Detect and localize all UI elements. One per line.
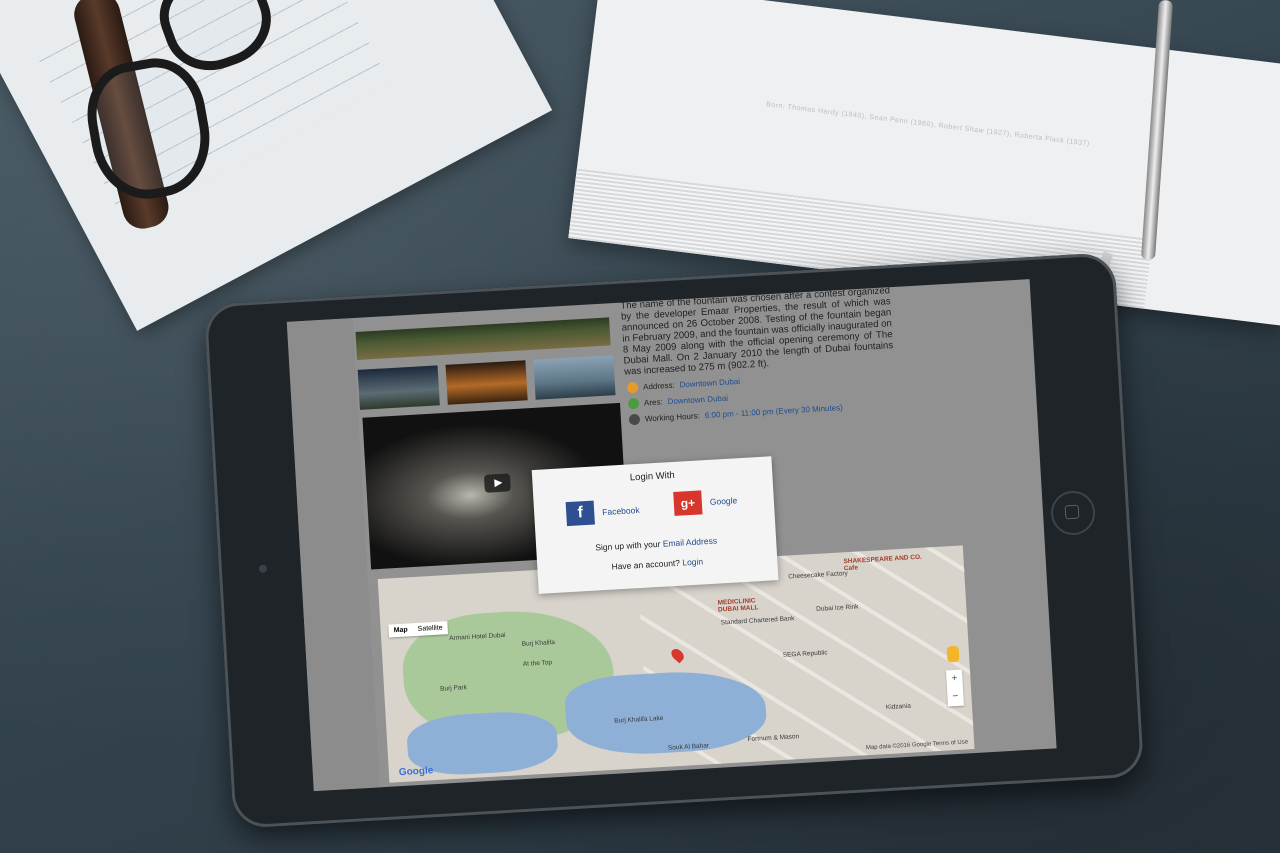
info-value[interactable]: Downtown Dubai	[667, 394, 728, 406]
info-value[interactable]: Downtown Dubai	[679, 377, 740, 389]
camera-icon	[258, 564, 268, 573]
login-link[interactable]: Login	[682, 556, 703, 567]
clock-icon	[628, 413, 641, 426]
home-button[interactable]	[1049, 489, 1097, 537]
modal-title: Login With	[629, 469, 676, 484]
google-login-button[interactable]: g+ Google	[673, 488, 738, 516]
info-label: Address:	[642, 380, 675, 392]
info-value: 6:00 pm - 11:00 pm (Every 30 Minutes)	[704, 403, 844, 421]
street-view-icon[interactable]	[946, 645, 960, 663]
info-label: Ares:	[643, 397, 663, 408]
zoom-in-button[interactable]: +	[946, 670, 963, 689]
tablet-device: The name of the fountain was chosen afte…	[203, 252, 1145, 829]
info-label: Working Hours:	[644, 411, 701, 424]
facebook-login-button[interactable]: f Facebook	[565, 498, 641, 527]
gallery-thumbnail[interactable]	[445, 360, 528, 405]
account-text: Have an account?	[611, 557, 683, 572]
google-plus-icon: g+	[673, 490, 703, 516]
zoom-control: + −	[945, 669, 964, 707]
description-text: The name of the fountain was chosen afte…	[620, 285, 894, 378]
gallery-image[interactable]	[355, 317, 611, 360]
gallery-thumbnail[interactable]	[533, 355, 616, 400]
info-area: Ares: Downtown Dubai	[627, 393, 729, 410]
google-logo: Google	[398, 765, 434, 779]
map-label: Kidzania	[885, 702, 912, 712]
location-icon	[626, 381, 639, 394]
facebook-label: Facebook	[601, 504, 640, 518]
signup-text: Sign up with your	[595, 538, 664, 553]
info-address: Address: Downtown Dubai	[626, 376, 741, 394]
map-type-map[interactable]: Map	[388, 623, 413, 637]
area-icon	[627, 397, 640, 410]
map-type-satellite[interactable]: Satellite	[412, 621, 448, 636]
eyeglasses-icon	[70, 0, 284, 300]
play-icon[interactable]	[483, 473, 511, 493]
facebook-icon: f	[565, 500, 595, 527]
google-label: Google	[709, 495, 738, 507]
signup-line: Sign up with your Email Address	[536, 532, 776, 556]
account-line: Have an account? Login	[537, 552, 777, 576]
tablet-screen: The name of the fountain was chosen afte…	[286, 279, 1057, 792]
email-signup-link[interactable]: Email Address	[662, 536, 717, 549]
gallery-thumbnail[interactable]	[357, 365, 440, 410]
zoom-out-button[interactable]: −	[947, 688, 964, 707]
login-modal: Login With f Facebook g+ Google Sign up …	[531, 456, 779, 594]
